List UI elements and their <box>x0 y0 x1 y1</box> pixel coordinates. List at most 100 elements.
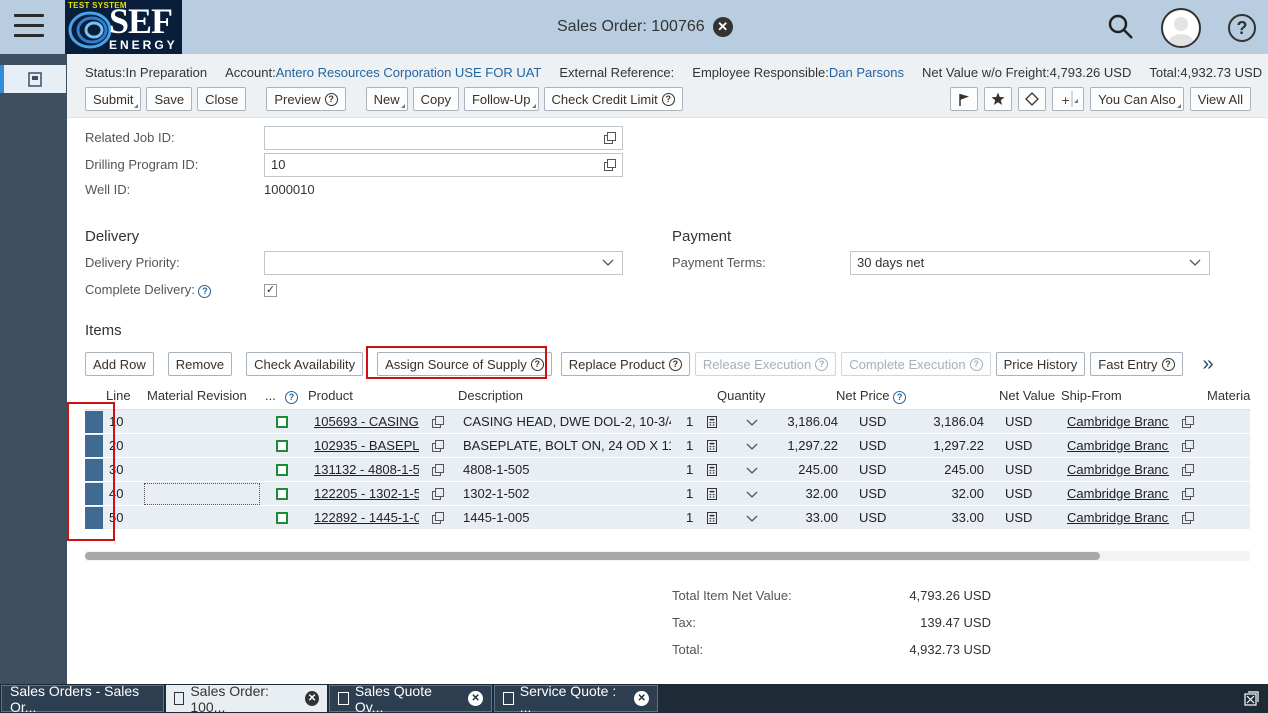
calculator-icon[interactable] <box>707 416 717 428</box>
calculator-icon[interactable] <box>707 464 717 476</box>
help-icon[interactable]: ? <box>1228 14 1256 42</box>
calculator-icon[interactable] <box>707 512 717 524</box>
close-icon[interactable]: ✕ <box>712 17 733 37</box>
quantity[interactable]: 1 <box>686 414 693 429</box>
sidebar-item-document[interactable] <box>0 65 66 93</box>
ship-from-link[interactable]: Cambridge Branch <box>1067 462 1169 477</box>
product-link[interactable]: 122892 - 1445-1-0 <box>314 510 419 525</box>
ship-from-link[interactable]: Cambridge Branch <box>1067 510 1169 525</box>
ship-from-link[interactable]: Cambridge Branch <box>1067 486 1169 501</box>
open-popup-icon[interactable] <box>432 416 444 428</box>
payment-terms-select[interactable]: 30 days net <box>850 251 1210 275</box>
table-row[interactable]: 50 122892 - 1445-1-0 1445-1-005 1 33.00 … <box>85 506 1250 530</box>
chevron-down-icon[interactable] <box>746 515 758 523</box>
delivery-priority-select[interactable] <box>264 251 623 275</box>
search-icon[interactable] <box>1108 14 1134 40</box>
new-button[interactable]: New <box>365 87 408 111</box>
employee-link[interactable]: Dan Parsons <box>829 65 904 80</box>
product-link[interactable]: 102935 - BASEPLA <box>314 438 419 453</box>
menu-icon[interactable] <box>14 14 44 40</box>
open-popup-icon[interactable] <box>1182 440 1194 452</box>
table-row[interactable]: 20 102935 - BASEPLA BASEPLATE, BOLT ON, … <box>85 434 1250 458</box>
col-product[interactable]: Product <box>308 388 353 403</box>
col-material-revision[interactable]: Material Revision <box>147 388 247 403</box>
tab-sales-order[interactable]: Sales Order: 100... ✕ <box>166 683 327 713</box>
product-link[interactable]: 105693 - CASING <box>314 414 419 429</box>
add-row-button[interactable]: Add Row <box>85 352 154 376</box>
quantity[interactable]: 1 <box>686 438 693 453</box>
favorite-button[interactable] <box>984 87 1013 111</box>
more-icon[interactable]: » <box>1203 353 1214 376</box>
chevron-down-icon[interactable] <box>746 467 758 475</box>
col-net-value[interactable]: Net Value <box>999 388 1055 403</box>
help-circle-icon[interactable]: ? <box>285 390 298 404</box>
quantity[interactable]: 1 <box>686 510 693 525</box>
scrollbar-thumb[interactable] <box>85 552 1100 560</box>
close-icon[interactable]: ✕ <box>305 691 319 706</box>
check-credit-limit-button[interactable]: Check Credit Limit? <box>543 87 683 111</box>
complete-delivery-checkbox[interactable]: ✓ <box>264 284 277 297</box>
quantity[interactable]: 1 <box>686 462 693 477</box>
open-popup-icon[interactable] <box>432 464 444 476</box>
open-popup-icon[interactable] <box>1182 416 1194 428</box>
close-icon[interactable]: ✕ <box>634 691 649 706</box>
you-can-also-button[interactable]: You Can Also <box>1090 87 1184 111</box>
calculator-icon[interactable] <box>707 488 717 500</box>
quantity[interactable]: 1 <box>686 486 693 501</box>
remove-button[interactable]: Remove <box>167 352 233 376</box>
open-popup-icon[interactable] <box>604 159 616 171</box>
tab-sales-orders[interactable]: Sales Orders - Sales Or... <box>1 683 164 713</box>
close-button[interactable]: Close <box>197 87 247 111</box>
chevron-down-icon[interactable] <box>746 443 758 451</box>
open-popup-icon[interactable] <box>1182 464 1194 476</box>
ship-from-link[interactable]: Cambridge Branch <box>1067 438 1169 453</box>
tab-service-quote[interactable]: Service Quote : ... ✕ <box>494 683 658 713</box>
open-popup-icon[interactable] <box>432 440 444 452</box>
col-quantity[interactable]: Quantity <box>717 388 765 403</box>
table-row[interactable]: 40 122205 - 1302-1-5 1302-1-502 1 32.00 … <box>85 482 1250 506</box>
col-description[interactable]: Description <box>458 388 523 403</box>
submit-button[interactable]: Submit <box>85 87 142 111</box>
ship-from-link[interactable]: Cambridge Branch <box>1067 414 1169 429</box>
open-popup-icon[interactable] <box>432 512 444 524</box>
open-popup-icon[interactable] <box>1182 512 1194 524</box>
help-circle-icon[interactable]: ? <box>198 284 212 298</box>
price-history-button[interactable]: Price History <box>995 352 1086 376</box>
follow-up-button[interactable]: Follow-Up <box>463 87 539 111</box>
view-all-button[interactable]: View All <box>1189 87 1251 111</box>
release-execution-button[interactable]: Release Execution? <box>694 352 837 376</box>
add-button[interactable]: + <box>1052 87 1085 111</box>
table-row[interactable]: 30 131132 - 4808-1-5 4808-1-505 1 245.00… <box>85 458 1250 482</box>
complete-execution-button[interactable]: Complete Execution? <box>841 352 991 376</box>
replace-product-button[interactable]: Replace Product? <box>560 352 690 376</box>
col-material[interactable]: Materia <box>1207 388 1250 403</box>
calculator-icon[interactable] <box>707 440 717 452</box>
col-dots[interactable]: ... <box>265 388 276 403</box>
save-button[interactable]: Save <box>146 87 193 111</box>
col-line[interactable]: Line <box>106 388 131 403</box>
tab-sales-quote[interactable]: Sales Quote Ov... ✕ <box>329 683 492 713</box>
close-icon[interactable]: ✕ <box>468 691 483 706</box>
chevron-down-icon[interactable] <box>746 491 758 499</box>
table-row[interactable]: 10 105693 - CASING CASING HEAD, DWE DOL-… <box>85 410 1250 434</box>
check-availability-button[interactable]: Check Availability <box>246 352 364 376</box>
material-revision-focus[interactable] <box>144 483 260 505</box>
close-all-tabs-icon[interactable] <box>1244 691 1259 706</box>
flag-button[interactable] <box>950 87 979 111</box>
open-popup-icon[interactable] <box>604 132 616 144</box>
col-ship-from[interactable]: Ship-From <box>1061 388 1122 403</box>
related-job-input[interactable] <box>264 126 623 150</box>
copy-button[interactable]: Copy <box>412 87 459 111</box>
open-popup-icon[interactable] <box>1182 488 1194 500</box>
horizontal-scrollbar[interactable] <box>85 551 1250 561</box>
fast-entry-button[interactable]: Fast Entry? <box>1090 352 1183 376</box>
product-link[interactable]: 122205 - 1302-1-5 <box>314 486 419 501</box>
open-popup-icon[interactable] <box>432 488 444 500</box>
tag-button[interactable] <box>1018 87 1047 111</box>
chevron-down-icon[interactable] <box>746 419 758 427</box>
drilling-program-input[interactable]: 10 <box>264 153 623 177</box>
avatar[interactable] <box>1161 8 1201 48</box>
account-link[interactable]: Antero Resources Corporation USE FOR UAT <box>276 65 542 80</box>
col-net-price[interactable]: Net Price ? <box>836 388 907 404</box>
product-link[interactable]: 131132 - 4808-1-5 <box>314 462 419 477</box>
